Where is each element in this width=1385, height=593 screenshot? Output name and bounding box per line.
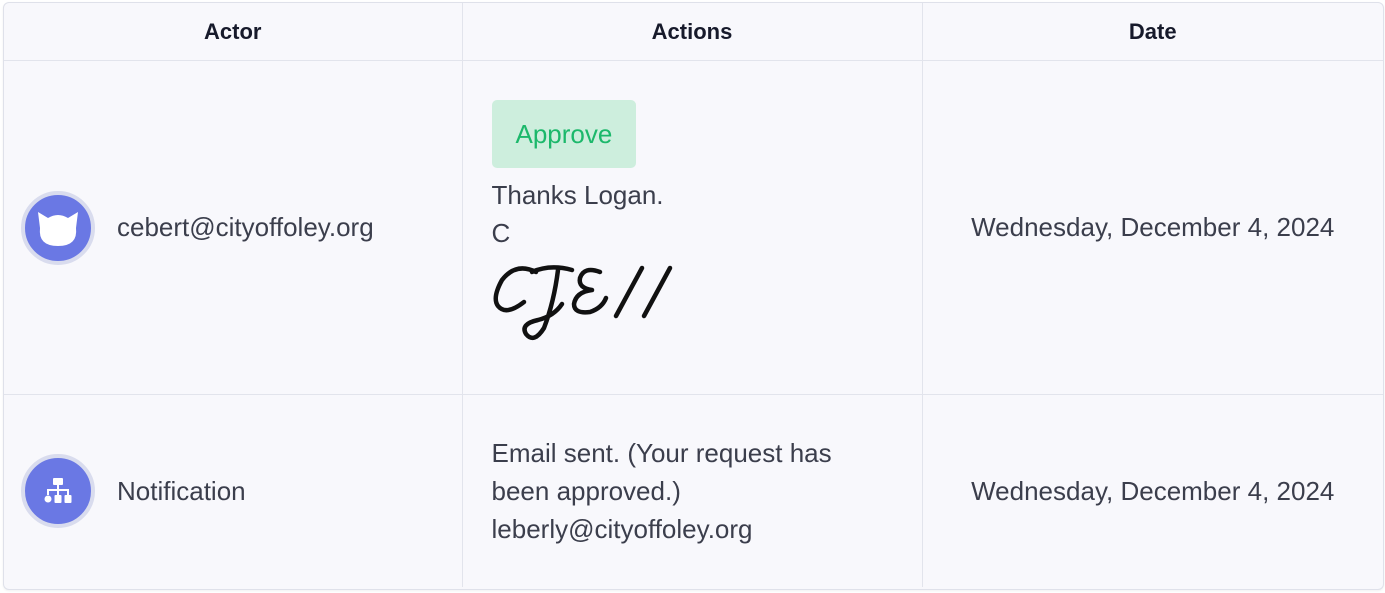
user-avatar-icon — [21, 190, 95, 265]
approval-history-panel: Actor Actions Date cebert@cityoffoley.or… — [3, 2, 1384, 590]
column-header-actions: Actions — [461, 3, 922, 61]
comment-line: been approved.) — [491, 476, 681, 506]
actions-cell: Email sent. (Your request has been appro… — [461, 394, 922, 587]
column-header-date: Date — [921, 3, 1383, 61]
approval-history-table: Actor Actions Date cebert@cityoffoley.or… — [4, 3, 1383, 587]
date-cell: Wednesday, December 4, 2024 — [921, 394, 1383, 587]
actor-name: cebert@cityoffoley.org — [117, 212, 374, 242]
comment-line: C — [491, 217, 511, 248]
date-cell: Wednesday, December 4, 2024 — [921, 60, 1383, 395]
comment-line: leberly@cityoffoley.org — [491, 514, 753, 544]
table-row: Notification Email sent. (Your request h… — [4, 394, 1383, 588]
column-header-actor: Actor — [4, 3, 462, 61]
signature-image — [492, 258, 922, 356]
table-row: cebert@cityoffoley.org Approve Thanks Lo… — [4, 60, 1383, 395]
actor-cell: cebert@cityoffoley.org — [4, 60, 462, 395]
actor-name: Notification — [117, 475, 246, 506]
workflow-icon — [21, 454, 95, 528]
table-header-row: Actor Actions Date — [4, 3, 1383, 61]
actions-cell: Approve Thanks Logan. C — [461, 60, 922, 395]
comment-line: Thanks Logan. — [491, 179, 664, 210]
comment-line: Email sent. (Your request has — [491, 438, 832, 468]
approve-status-badge: Approve — [491, 99, 637, 168]
actor-cell: Notification — [4, 395, 462, 588]
